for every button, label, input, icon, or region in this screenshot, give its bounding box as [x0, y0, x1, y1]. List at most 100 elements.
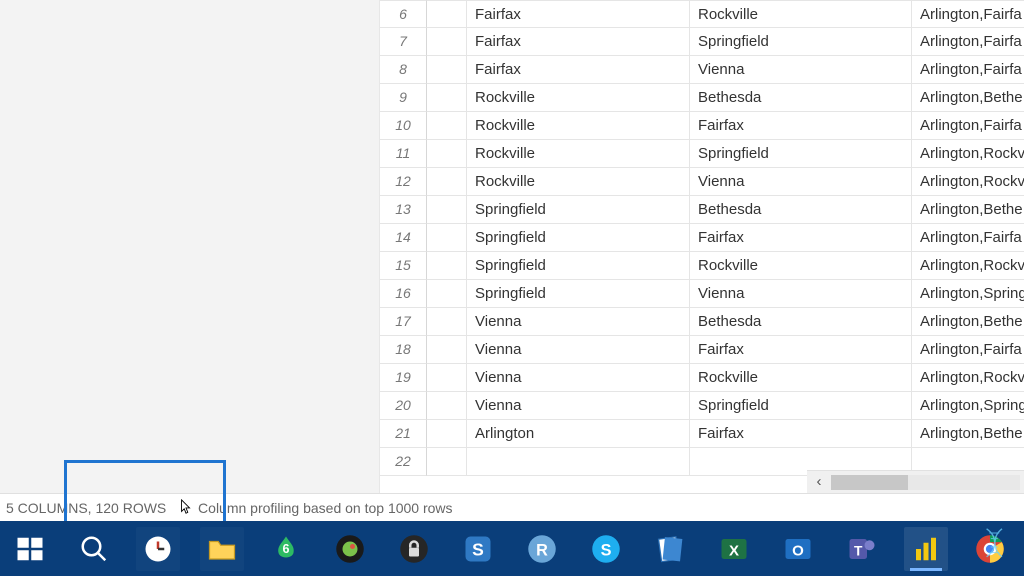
taskbar-skype[interactable]: S [584, 527, 628, 571]
cell[interactable] [427, 168, 467, 196]
cell[interactable]: Arlington,Spring [912, 280, 1024, 308]
cell[interactable]: Vienna [467, 336, 690, 364]
table-row[interactable]: FairfaxSpringfieldArlington,Fairfa [427, 28, 1024, 56]
cell[interactable]: Bethesda [690, 84, 912, 112]
cell[interactable]: Arlington,Bethe [912, 420, 1024, 448]
table-row[interactable]: RockvilleViennaArlington,Rockv [427, 168, 1024, 196]
cell[interactable]: Arlington,Fairfa [912, 112, 1024, 140]
row-number[interactable]: 21 [380, 420, 427, 448]
table-row[interactable]: FairfaxViennaArlington,Fairfa [427, 56, 1024, 84]
cell[interactable]: Fairfax [467, 56, 690, 84]
taskbar-chrome[interactable] [968, 527, 1012, 571]
cell[interactable]: Rockville [690, 0, 912, 28]
cell[interactable] [427, 364, 467, 392]
cell[interactable]: Arlington,Rockv [912, 252, 1024, 280]
cell[interactable] [427, 392, 467, 420]
cell[interactable] [427, 196, 467, 224]
row-number[interactable]: 12 [380, 168, 427, 196]
cell[interactable] [427, 224, 467, 252]
cell[interactable]: Rockville [690, 252, 912, 280]
table-row[interactable]: ArlingtonFairfaxArlington,Bethe [427, 420, 1024, 448]
cell[interactable]: Arlington,Fairfa [912, 0, 1024, 28]
scroll-left-button[interactable]: ‹ [807, 471, 831, 493]
cell[interactable]: Vienna [690, 56, 912, 84]
table-row[interactable]: SpringfieldBethesdaArlington,Bethe [427, 196, 1024, 224]
cell[interactable] [427, 0, 467, 28]
taskbar-search[interactable] [72, 527, 116, 571]
row-number[interactable]: 13 [380, 196, 427, 224]
cell[interactable]: Arlington,Fairfa [912, 28, 1024, 56]
taskbar-excel[interactable]: X [712, 527, 756, 571]
table-row[interactable]: ViennaFairfaxArlington,Fairfa [427, 336, 1024, 364]
horizontal-scrollbar[interactable]: ‹ [807, 470, 1024, 493]
taskbar-snagit[interactable]: S [456, 527, 500, 571]
status-profiling[interactable]: Column profiling based on top 1000 rows [198, 500, 453, 516]
table-row[interactable]: FairfaxRockvilleArlington,Fairfa [427, 0, 1024, 28]
scroll-thumb[interactable] [831, 475, 908, 490]
table-row[interactable]: RockvilleSpringfieldArlington,Rockv [427, 140, 1024, 168]
cell[interactable] [427, 56, 467, 84]
row-number[interactable]: 16 [380, 280, 427, 308]
row-number[interactable]: 18 [380, 336, 427, 364]
table-row[interactable]: SpringfieldRockvilleArlington,Rockv [427, 252, 1024, 280]
cell[interactable] [427, 140, 467, 168]
row-number[interactable]: 6 [380, 0, 427, 28]
taskbar-rstudio[interactable]: R [520, 527, 564, 571]
table-row[interactable]: RockvilleFairfaxArlington,Fairfa [427, 112, 1024, 140]
row-number[interactable]: 17 [380, 308, 427, 336]
taskbar-clock-app[interactable] [136, 527, 180, 571]
cell[interactable] [427, 252, 467, 280]
cell[interactable]: Bethesda [690, 196, 912, 224]
cell[interactable]: Rockville [690, 364, 912, 392]
cell[interactable]: Arlington,Bethe [912, 308, 1024, 336]
cell[interactable]: Arlington [467, 420, 690, 448]
data-grid[interactable]: 6 7 8 9 10 11 12 13 14 15 16 17 18 19 20… [380, 0, 1024, 493]
cell[interactable]: Fairfax [690, 224, 912, 252]
row-number[interactable]: 15 [380, 252, 427, 280]
cell[interactable]: Rockville [467, 84, 690, 112]
cell[interactable]: Vienna [467, 308, 690, 336]
cell[interactable]: Arlington,Fairfa [912, 56, 1024, 84]
table-row[interactable]: SpringfieldViennaArlington,Spring [427, 280, 1024, 308]
cell[interactable]: Vienna [467, 392, 690, 420]
taskbar-powerbi[interactable] [904, 527, 948, 571]
cell[interactable]: Springfield [690, 392, 912, 420]
cell[interactable]: Springfield [690, 28, 912, 56]
cell[interactable]: Springfield [690, 140, 912, 168]
cell[interactable]: Arlington,Rockv [912, 140, 1024, 168]
cell[interactable]: Rockville [467, 140, 690, 168]
cell[interactable]: Fairfax [690, 336, 912, 364]
cell[interactable] [427, 420, 467, 448]
cell[interactable]: Arlington,Fairfa [912, 336, 1024, 364]
cell[interactable]: Fairfax [690, 112, 912, 140]
table-row[interactable]: RockvilleBethesdaArlington,Bethe [427, 84, 1024, 112]
cell[interactable]: Fairfax [467, 0, 690, 28]
cell[interactable] [427, 112, 467, 140]
cell[interactable]: Springfield [467, 224, 690, 252]
table-row[interactable]: ViennaSpringfieldArlington,Spring [427, 392, 1024, 420]
cell[interactable]: Arlington,Fairfa [912, 224, 1024, 252]
cell[interactable]: Arlington,Rockv [912, 364, 1024, 392]
row-number[interactable]: 11 [380, 140, 427, 168]
taskbar-teams[interactable]: T [840, 527, 884, 571]
cell[interactable] [467, 448, 690, 476]
cell[interactable]: Springfield [467, 280, 690, 308]
row-number[interactable]: 8 [380, 56, 427, 84]
row-number[interactable]: 9 [380, 84, 427, 112]
cell[interactable] [427, 336, 467, 364]
cell[interactable] [427, 308, 467, 336]
cell[interactable]: Arlington,Bethe [912, 196, 1024, 224]
cell[interactable] [427, 84, 467, 112]
windows-taskbar[interactable]: 6 S R S X O T [0, 521, 1024, 576]
cell[interactable] [427, 28, 467, 56]
table-row[interactable]: ViennaRockvilleArlington,Rockv [427, 364, 1024, 392]
cell[interactable]: Springfield [467, 252, 690, 280]
cell[interactable]: Rockville [467, 168, 690, 196]
table-row[interactable]: ViennaBethesdaArlington,Bethe [427, 308, 1024, 336]
taskbar-dragon[interactable]: 6 [264, 527, 308, 571]
cell[interactable]: Arlington,Rockv [912, 168, 1024, 196]
taskbar-outlook[interactable]: O [776, 527, 820, 571]
cell[interactable]: Vienna [690, 280, 912, 308]
row-number[interactable]: 22 [380, 448, 427, 476]
row-number[interactable]: 10 [380, 112, 427, 140]
